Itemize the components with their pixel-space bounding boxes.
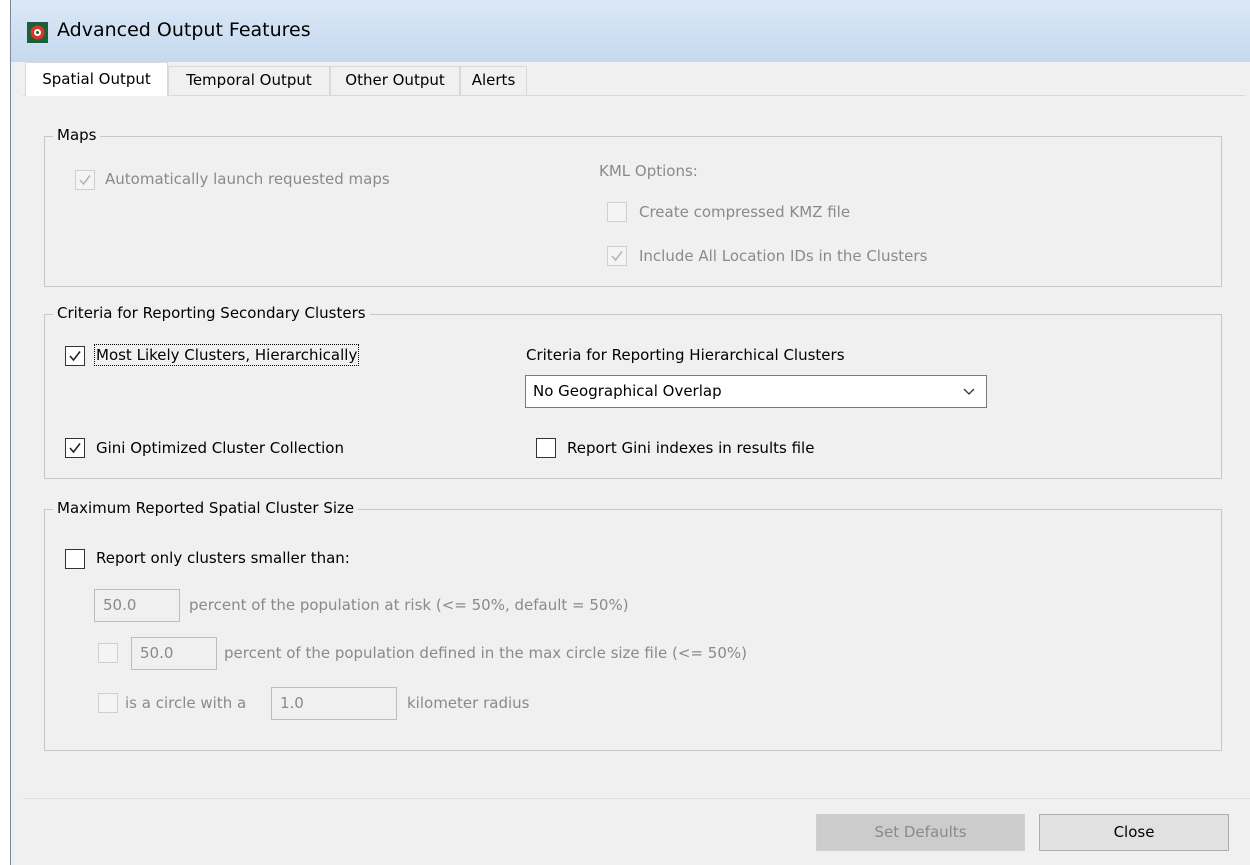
max-circle-input[interactable]: 50.0 — [131, 637, 217, 670]
include-ids-checkbox[interactable] — [607, 246, 627, 266]
radius-suffix-label: kilometer radius — [407, 694, 530, 712]
secondary-clusters-group: Criteria for Reporting Secondary Cluster… — [44, 304, 1222, 479]
check-icon — [69, 351, 81, 362]
kmz-label: Create compressed KMZ file — [639, 203, 851, 221]
check-icon — [69, 443, 81, 454]
most-likely-checkbox[interactable] — [65, 346, 85, 366]
gini-checkbox[interactable] — [65, 438, 85, 458]
hier-criteria-value: No Geographical Overlap — [533, 382, 722, 400]
maxsize-group-title: Maximum Reported Spatial Cluster Size — [53, 499, 359, 517]
maps-group: Maps Automatically launch requested maps… — [44, 126, 1222, 287]
max-circle-checkbox[interactable] — [98, 643, 118, 663]
hier-criteria-label: Criteria for Reporting Hierarchical Clus… — [526, 346, 845, 364]
footer-divider — [23, 798, 1250, 799]
title-bar: Advanced Output Features — [11, 0, 1250, 62]
radius-checkbox[interactable] — [98, 693, 118, 713]
tab-temporal-output[interactable]: Temporal Output — [168, 66, 330, 95]
auto-launch-label: Automatically launch requested maps — [105, 170, 390, 188]
window-title: Advanced Output Features — [57, 19, 311, 41]
tab-spatial-output[interactable]: Spatial Output — [25, 62, 168, 96]
tab-other-output[interactable]: Other Output — [330, 66, 460, 95]
gini-report-checkbox[interactable] — [536, 438, 556, 458]
gini-report-label: Report Gini indexes in results file — [567, 439, 815, 457]
radius-prefix-label: is a circle with a — [125, 694, 247, 712]
max-cluster-size-group: Maximum Reported Spatial Cluster Size Re… — [44, 499, 1222, 751]
check-icon — [611, 251, 623, 262]
kml-options-label: KML Options: — [599, 162, 698, 180]
dialog-window: Advanced Output Features Spatial Output … — [10, 0, 1250, 865]
pop-at-risk-input[interactable]: 50.0 — [94, 589, 180, 622]
pop-at-risk-value: 50.0 — [103, 596, 137, 614]
tab-panel: Maps Automatically launch requested maps… — [23, 95, 1245, 795]
set-defaults-button[interactable]: Set Defaults — [816, 814, 1025, 851]
app-icon — [27, 22, 48, 43]
report-only-label: Report only clusters smaller than: — [96, 549, 350, 567]
kmz-checkbox[interactable] — [607, 202, 627, 222]
max-circle-value: 50.0 — [140, 644, 174, 662]
auto-launch-checkbox[interactable] — [75, 170, 95, 190]
hier-criteria-select[interactable]: No Geographical Overlap — [525, 375, 987, 408]
radius-input[interactable]: 1.0 — [271, 687, 397, 720]
close-button[interactable]: Close — [1039, 814, 1229, 851]
secondary-group-title: Criteria for Reporting Secondary Cluster… — [53, 304, 370, 322]
check-icon — [79, 175, 91, 186]
include-ids-label: Include All Location IDs in the Clusters — [639, 247, 928, 265]
report-only-checkbox[interactable] — [65, 549, 85, 569]
maps-group-title: Maps — [53, 126, 101, 144]
pop-at-risk-label: percent of the population at risk (<= 50… — [189, 596, 629, 614]
max-circle-label: percent of the population defined in the… — [224, 644, 747, 662]
radius-value: 1.0 — [280, 694, 304, 712]
most-likely-label: Most Likely Clusters, Hierarchically — [93, 344, 360, 366]
tab-alerts[interactable]: Alerts — [460, 66, 527, 95]
chevron-down-icon — [963, 388, 975, 395]
gini-label: Gini Optimized Cluster Collection — [96, 439, 344, 457]
